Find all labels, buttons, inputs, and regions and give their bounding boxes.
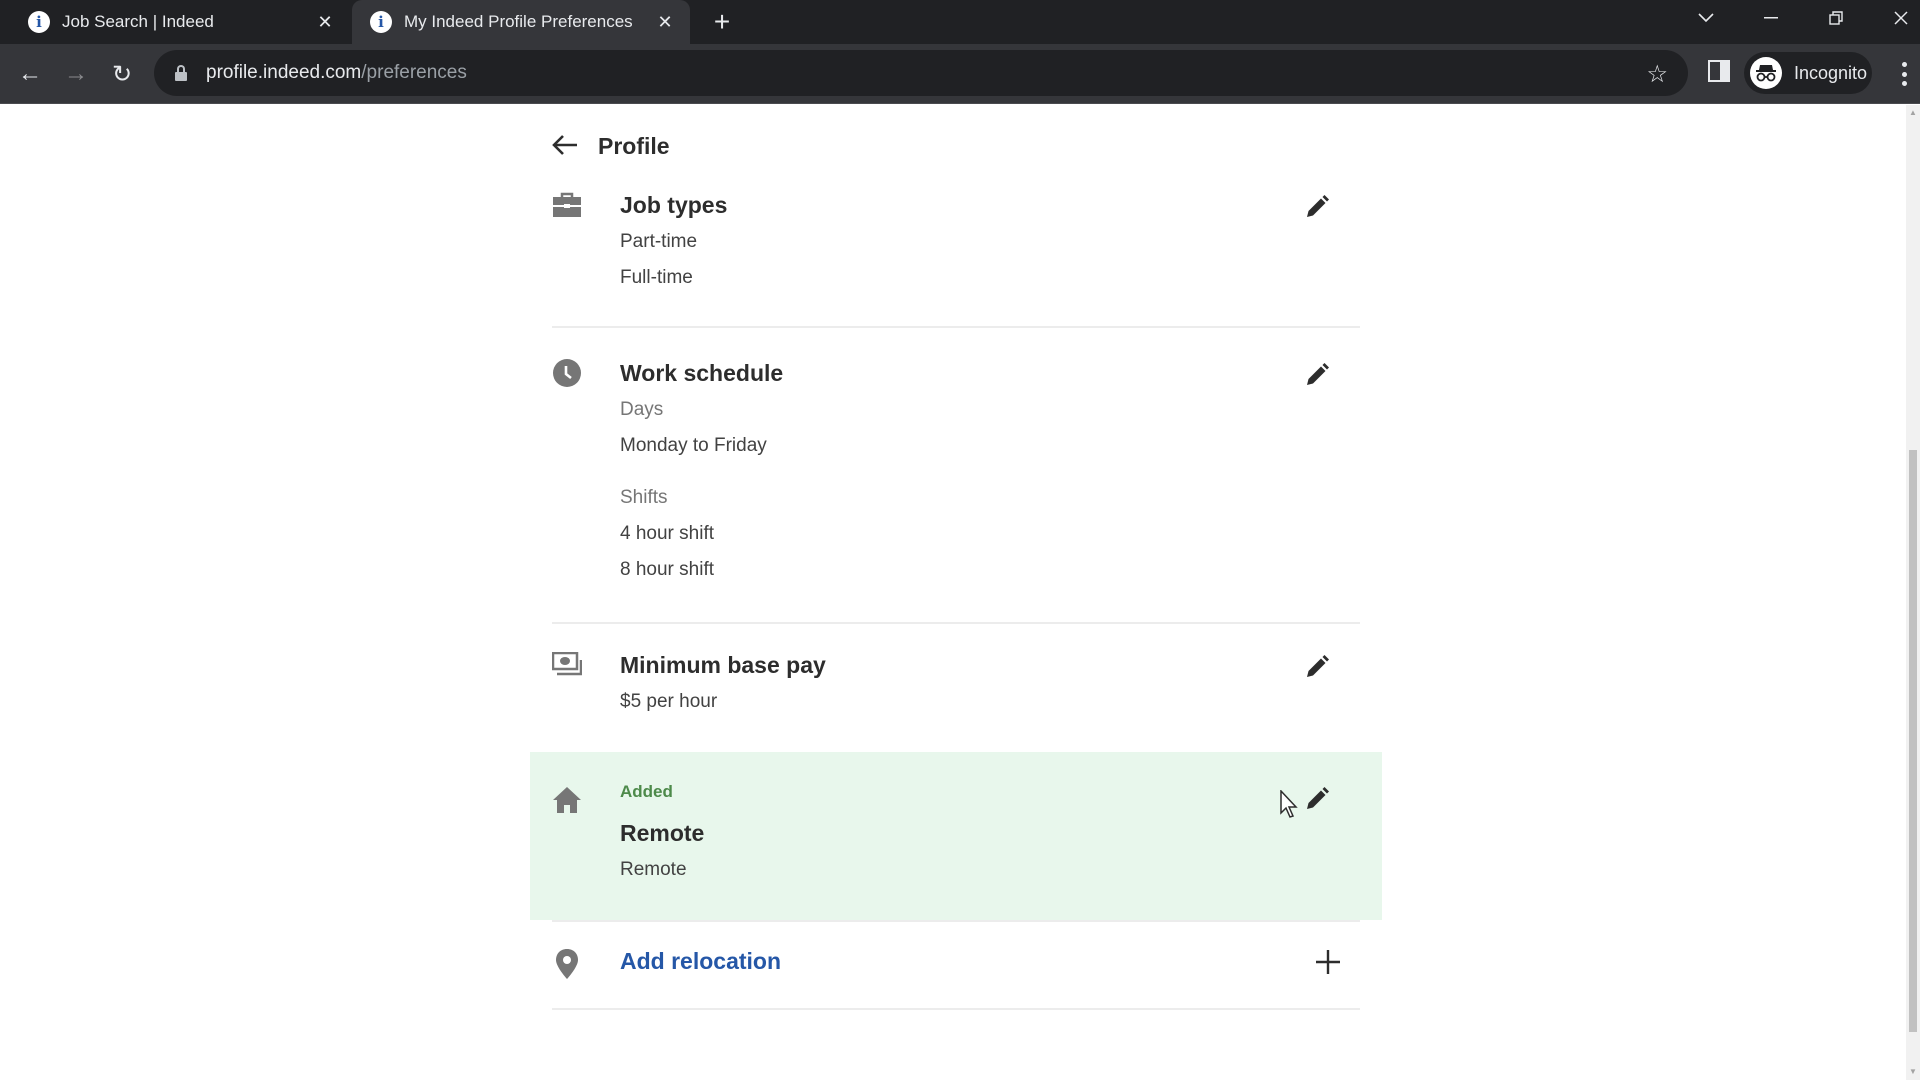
tab-close-icon[interactable]: ✕ — [652, 9, 678, 35]
arrow-left-icon — [552, 130, 582, 162]
section-title: Work schedule — [620, 360, 784, 386]
indeed-favicon-icon: i — [370, 11, 392, 33]
browser-toolbar: ← → ↻ profile.indeed.com/preferences ☆ I… — [0, 44, 1920, 104]
edit-minimum-base-pay-button[interactable] — [1300, 650, 1334, 684]
remote-value: Remote — [620, 859, 687, 880]
schedule-value: 4 hour shift — [620, 523, 714, 544]
browser-menu-icon[interactable] — [1894, 58, 1914, 90]
tab-close-icon[interactable]: ✕ — [312, 9, 338, 35]
back-to-profile-link[interactable]: Profile — [552, 130, 670, 162]
pay-value: $5 per hour — [620, 691, 718, 712]
forward-button[interactable]: → — [58, 56, 94, 92]
minimum-base-pay-content: Minimum base pay $5 per hour — [620, 650, 826, 720]
job-type-value: Full-time — [620, 267, 693, 288]
home-icon — [552, 786, 582, 816]
back-button[interactable]: ← — [12, 56, 48, 92]
pencil-icon — [1307, 655, 1329, 677]
incognito-label: Incognito — [1794, 62, 1868, 83]
add-relocation-link[interactable]: Add relocation — [620, 948, 781, 975]
back-link-label: Profile — [598, 132, 670, 159]
edit-remote-button[interactable] — [1300, 782, 1334, 816]
added-status-badge: Added — [620, 782, 673, 801]
tab-profile-preferences[interactable]: i My Indeed Profile Preferences ✕ — [352, 0, 690, 44]
section-title: Job types — [620, 192, 728, 218]
pencil-icon — [1307, 363, 1329, 385]
restore-button[interactable] — [1806, 0, 1866, 36]
lock-icon[interactable] — [174, 65, 188, 81]
tab-title: Job Search | Indeed — [62, 12, 214, 31]
schedule-group-label: Shifts — [620, 487, 668, 508]
address-bar[interactable]: profile.indeed.com/preferences ☆ — [154, 50, 1688, 96]
divider — [552, 920, 1360, 922]
scroll-up-arrow-icon[interactable]: ▲ — [1909, 109, 1917, 117]
scrollbar-thumb[interactable] — [1909, 450, 1917, 1032]
add-relocation-plus-icon[interactable] — [1310, 944, 1346, 980]
divider — [552, 1008, 1360, 1010]
incognito-profile-button[interactable]: Incognito — [1744, 52, 1872, 94]
new-tab-button[interactable]: + — [706, 6, 738, 38]
minimize-button[interactable] — [1741, 0, 1801, 36]
bookmark-star-icon[interactable]: ☆ — [1646, 60, 1668, 89]
job-type-value: Part-time — [620, 231, 698, 252]
job-types-content: Job types Part-time Full-time — [620, 190, 727, 296]
tab-search-icon[interactable] — [1676, 0, 1736, 36]
indeed-favicon-icon: i — [28, 11, 50, 33]
side-panel-icon[interactable] — [1708, 60, 1730, 82]
close-window-button[interactable] — [1871, 0, 1920, 36]
divider — [552, 622, 1360, 624]
schedule-value: Monday to Friday — [620, 435, 767, 456]
browser-tab-strip: i Job Search | Indeed ✕ i My Indeed Prof… — [0, 0, 1920, 44]
money-icon — [551, 651, 583, 682]
pencil-icon — [1307, 195, 1329, 217]
remote-content: Added Remote Remote — [620, 780, 704, 888]
section-title: Minimum base pay — [620, 652, 826, 678]
divider — [552, 326, 1360, 328]
mouse-cursor-icon — [1280, 789, 1300, 820]
schedule-group-label: Days — [620, 399, 664, 420]
tab-job-search[interactable]: i Job Search | Indeed ✕ — [10, 0, 350, 44]
pencil-icon — [1307, 787, 1329, 809]
edit-job-types-button[interactable] — [1300, 190, 1334, 224]
briefcase-icon — [552, 192, 582, 222]
location-pin-icon — [552, 948, 582, 979]
scroll-down-arrow-icon[interactable]: ▼ — [1909, 1068, 1917, 1076]
tab-title: My Indeed Profile Preferences — [404, 12, 633, 31]
edit-work-schedule-button[interactable] — [1300, 358, 1334, 392]
incognito-icon — [1750, 57, 1782, 89]
page-scrollbar[interactable]: ▲ ▼ — [1906, 105, 1920, 1080]
reload-button[interactable]: ↻ — [104, 56, 140, 92]
schedule-value: 8 hour shift — [620, 559, 714, 580]
page-viewport — [0, 105, 1906, 1080]
clock-icon — [552, 358, 582, 388]
section-title: Remote — [620, 820, 705, 846]
url-text[interactable]: profile.indeed.com/preferences — [206, 62, 467, 84]
work-schedule-content: Work schedule Days Monday to Friday Shif… — [620, 358, 783, 588]
